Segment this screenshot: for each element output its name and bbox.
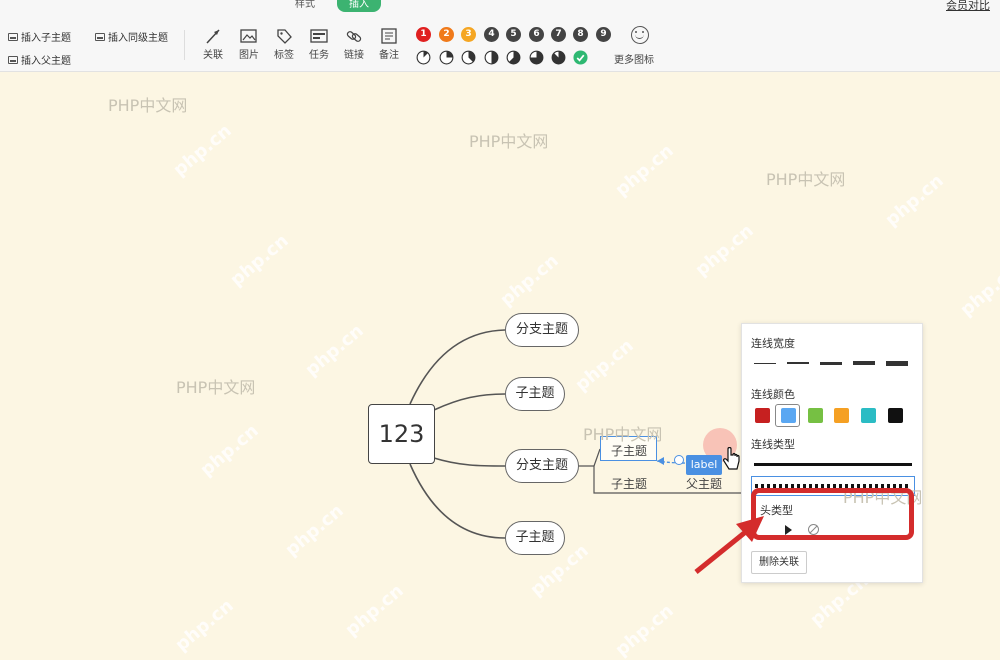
- color-swatch-orange[interactable]: [834, 408, 849, 423]
- line-width-1[interactable]: [754, 363, 776, 364]
- line-width-5[interactable]: [886, 361, 908, 366]
- line-width-4[interactable]: [853, 361, 875, 365]
- line-color-title: 连线颜色: [751, 388, 795, 401]
- selected-color-frame: [775, 404, 800, 427]
- branch-topic-1[interactable]: 分支主题: [505, 313, 579, 347]
- line-width-title: 连线宽度: [751, 337, 795, 350]
- line-type-title: 连线类型: [751, 438, 795, 451]
- color-swatch-red[interactable]: [755, 408, 770, 423]
- line-width-2[interactable]: [787, 362, 809, 364]
- color-swatch-black[interactable]: [888, 408, 903, 423]
- annotation-red-arrow-icon: [694, 516, 764, 574]
- color-swatch-green[interactable]: [808, 408, 823, 423]
- central-topic[interactable]: 123: [368, 404, 435, 464]
- lower-subtopic[interactable]: 子主题: [611, 475, 647, 492]
- sub-topic-2[interactable]: 子主题: [505, 521, 565, 555]
- hand-cursor-icon: [723, 447, 740, 470]
- relation-anchor-handle[interactable]: [674, 455, 684, 465]
- relation-label-tag[interactable]: label: [686, 455, 722, 475]
- line-type-solid[interactable]: [754, 463, 912, 466]
- branch-topic-2[interactable]: 分支主题: [505, 449, 579, 483]
- watermark-text: PHP中文网: [583, 425, 663, 444]
- line-width-3[interactable]: [820, 362, 842, 365]
- color-swatch-teal[interactable]: [861, 408, 876, 423]
- parent-topic[interactable]: 父主题: [686, 475, 722, 492]
- annotation-highlight-box: [751, 488, 914, 540]
- sub-topic-1[interactable]: 子主题: [505, 377, 565, 411]
